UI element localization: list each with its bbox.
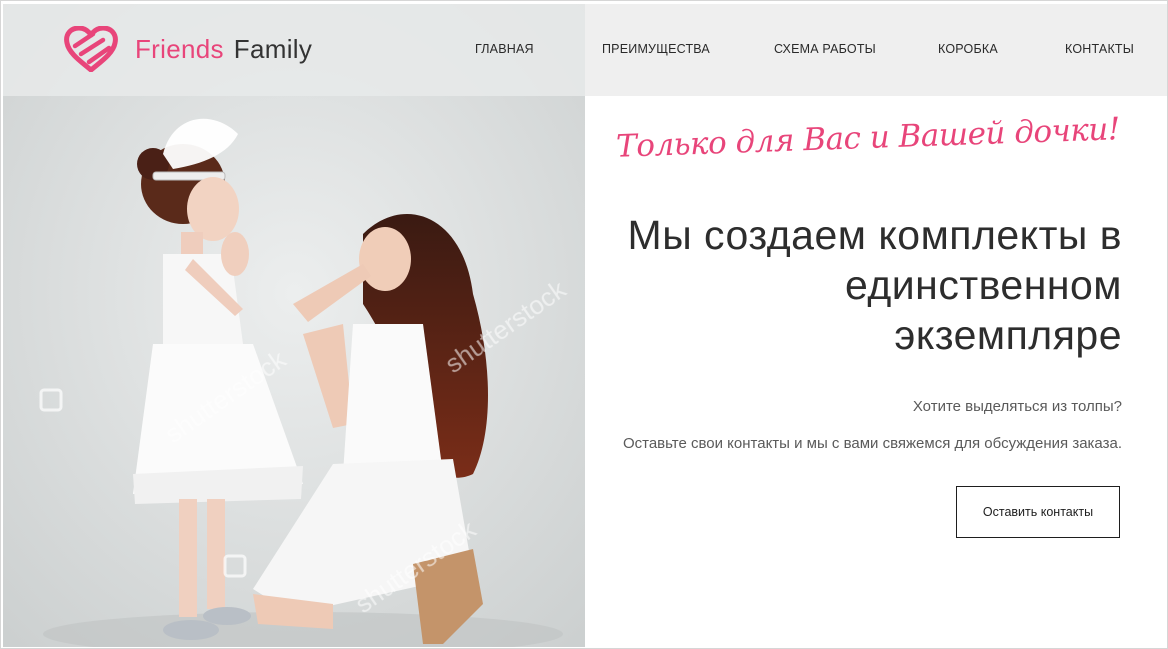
nav-item-main[interactable]: ГЛАВНАЯ bbox=[475, 42, 534, 56]
hero-headline: Мы создаем комплекты в единственном экзе… bbox=[562, 210, 1122, 360]
mother-daughter-photo: shutterstock shutterstock shutterstock bbox=[3, 4, 585, 647]
nav-item-contacts[interactable]: КОНТАКТЫ bbox=[1065, 42, 1134, 56]
hero-photo: shutterstock shutterstock shutterstock bbox=[3, 4, 585, 647]
nav-item-box[interactable]: КОРОБКА bbox=[938, 42, 998, 56]
leave-contacts-button[interactable]: Оставить контакты bbox=[956, 486, 1120, 538]
nav-item-advantages[interactable]: ПРЕИМУЩЕСТВА bbox=[602, 42, 710, 56]
hero-question: Хотите выделяться из толпы? bbox=[912, 398, 1122, 415]
headline-line-3: экземпляре bbox=[894, 312, 1122, 358]
nav-item-workflow[interactable]: СХЕМА РАБОТЫ bbox=[774, 42, 876, 56]
main-nav: ГЛАВНАЯ ПРЕИМУЩЕСТВА СХЕМА РАБОТЫ КОРОБК… bbox=[0, 42, 1168, 60]
headline-line-1: Мы создаем комплекты в bbox=[627, 212, 1122, 258]
hero-invite: Оставьте свои контакты и мы с вами свяже… bbox=[622, 435, 1122, 452]
tagline-text: Только для Вас и Вашей дочки! bbox=[615, 111, 1121, 165]
headline-line-2: единственном bbox=[844, 262, 1122, 308]
hero-tagline: Только для Вас и Вашей дочки! bbox=[616, 111, 1130, 176]
